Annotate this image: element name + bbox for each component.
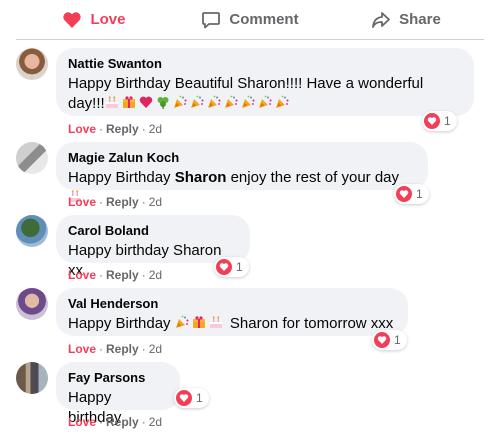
comment-timestamp[interactable]: 2d [149, 268, 162, 282]
comment-love-link[interactable]: Love [68, 268, 96, 282]
comment-meta: Love · Reply · 2d [68, 122, 163, 136]
comment-love-link[interactable]: Love [68, 342, 96, 356]
cake-icon [105, 95, 119, 109]
comment-bubble: Val Henderson Happy Birthday Sharon for … [56, 288, 408, 336]
love-button-label: Love [90, 11, 126, 28]
avatar[interactable] [16, 288, 48, 320]
reaction-count[interactable]: 1 [394, 184, 429, 204]
share-button-label: Share [399, 11, 441, 28]
party-popper-icon [275, 95, 289, 109]
comment-button-label: Comment [229, 11, 299, 28]
comment-meta: Love · Reply · 2d [68, 415, 163, 429]
love-reaction-icon [374, 332, 390, 348]
comment-reply-link[interactable]: Reply [106, 268, 139, 282]
comment-bubble: Fay Parsons Happy birthday [56, 362, 180, 426]
post-action-bar: Love Comment Share [16, 0, 484, 40]
comment-bubble: Carol Boland Happy birthday Sharon xx [56, 215, 250, 279]
comment-meta: Love · Reply · 2d [68, 342, 163, 356]
emoji-list [105, 95, 292, 112]
gift-icon [122, 95, 136, 109]
comment-bubble: Magie Zalun Koch Happy Birthday Sharon e… [56, 142, 428, 190]
love-reaction-icon [176, 390, 192, 406]
love-reaction-icon [396, 186, 412, 202]
avatar[interactable] [16, 215, 48, 247]
love-button[interactable]: Love [16, 2, 172, 38]
party-popper-icon [190, 95, 204, 109]
heart-icon [139, 95, 153, 109]
party-popper-icon [241, 95, 255, 109]
comment-meta: Love · Reply · 2d [68, 268, 163, 282]
reaction-count[interactable]: 1 [174, 388, 209, 408]
comment-timestamp[interactable]: 2d [149, 122, 162, 136]
party-popper-icon [207, 95, 221, 109]
comment-author[interactable]: Val Henderson [68, 296, 396, 312]
avatar[interactable] [16, 48, 48, 80]
share-icon [371, 10, 391, 30]
comment-reply-link[interactable]: Reply [106, 415, 139, 429]
comment-author[interactable]: Nattie Swanton [68, 56, 462, 72]
shamrock-icon [156, 95, 170, 109]
comment-author[interactable]: Fay Parsons [68, 370, 168, 386]
comment-meta: Love · Reply · 2d [68, 195, 163, 209]
comment-text: Happy Birthday Beautiful Sharon!!!! Have… [68, 75, 424, 112]
comment-timestamp[interactable]: 2d [149, 415, 162, 429]
comment-author[interactable]: Carol Boland [68, 223, 238, 239]
comment-icon [201, 10, 221, 30]
avatar[interactable] [16, 362, 48, 394]
party-popper-icon [173, 95, 187, 109]
cake-icon [209, 315, 223, 329]
avatar[interactable] [16, 142, 48, 174]
love-reaction-icon [216, 259, 232, 275]
party-popper-icon [224, 95, 238, 109]
reaction-count[interactable]: 1 [372, 330, 407, 350]
comment-bubble: Nattie Swanton Happy Birthday Beautiful … [56, 48, 474, 116]
gift-icon [192, 315, 206, 329]
comment-reply-link[interactable]: Reply [106, 342, 139, 356]
love-reaction-icon [424, 113, 440, 129]
comment-text: Happy Birthday Sharon for tomorrow xxx [68, 315, 394, 332]
share-button[interactable]: Share [328, 2, 484, 38]
party-popper-icon [175, 315, 189, 329]
comment-love-link[interactable]: Love [68, 415, 96, 429]
comment-author[interactable]: Magie Zalun Koch [68, 150, 416, 166]
comment-reply-link[interactable]: Reply [106, 122, 139, 136]
comment-love-link[interactable]: Love [68, 122, 96, 136]
reaction-count[interactable]: 1 [214, 257, 249, 277]
comment-reply-link[interactable]: Reply [106, 195, 139, 209]
comment-timestamp[interactable]: 2d [149, 342, 162, 356]
party-popper-icon [258, 95, 272, 109]
comment-button[interactable]: Comment [172, 2, 328, 38]
comment-timestamp[interactable]: 2d [149, 195, 162, 209]
comment-love-link[interactable]: Love [68, 195, 96, 209]
reaction-count[interactable]: 1 [422, 111, 457, 131]
heart-icon [62, 10, 82, 30]
